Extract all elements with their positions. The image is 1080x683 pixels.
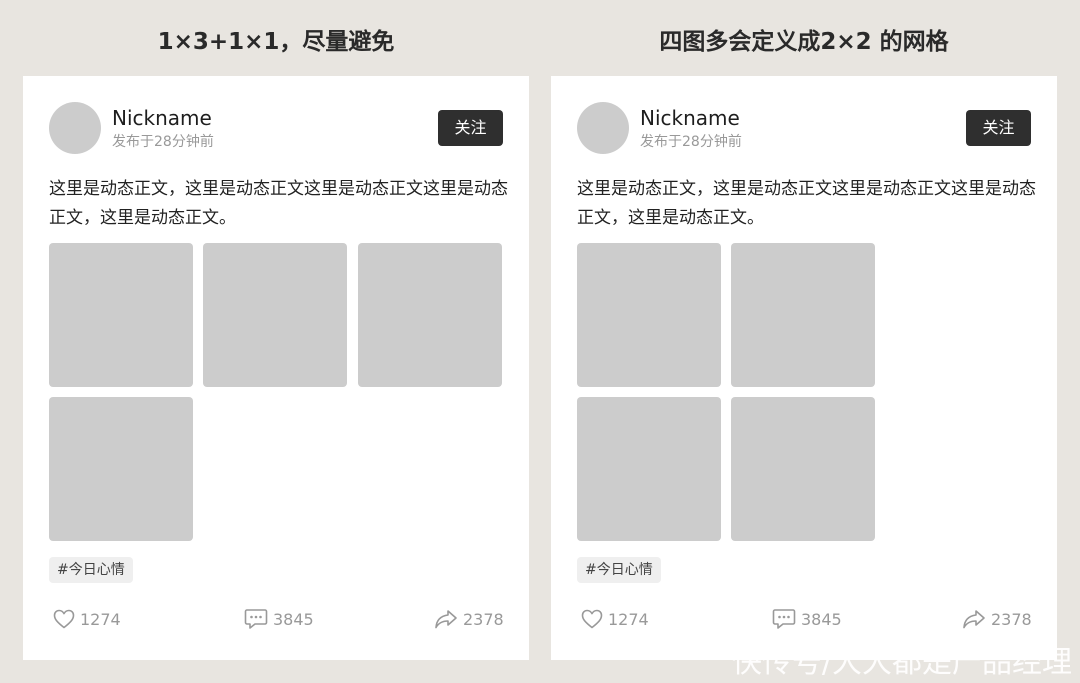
comment-bubble-icon <box>244 609 268 629</box>
post-image-1[interactable] <box>577 243 721 387</box>
follow-button[interactable]: 关注 <box>438 110 503 146</box>
nickname[interactable]: Nickname <box>112 105 212 131</box>
share-arrow-icon <box>963 610 985 629</box>
column-title-right: 四图多会定义成2×2 的网格 <box>659 29 949 55</box>
post-card-2x2: Nickname 发布于28分钟前 关注 这里是动态正文，这里是动态正文这里是动… <box>551 76 1057 660</box>
like-count: 1274 <box>80 609 121 629</box>
post-time: 发布于28分钟前 <box>112 134 214 150</box>
comment-action[interactable]: 3845 <box>772 606 842 632</box>
post-body-text: 这里是动态正文，这里是动态正文这里是动态正文这里是动态正文，这里是动态正文。 <box>49 179 508 228</box>
share-arrow-icon <box>435 610 457 629</box>
share-count: 2378 <box>991 609 1032 629</box>
post-image-3[interactable] <box>577 397 721 541</box>
post-image-2[interactable] <box>731 243 875 387</box>
post-image-4[interactable] <box>49 397 193 541</box>
topic-tag[interactable]: #今日心情 <box>49 557 133 583</box>
nickname[interactable]: Nickname <box>640 105 740 131</box>
avatar[interactable] <box>577 102 629 154</box>
post-image-3[interactable] <box>358 243 502 387</box>
like-action[interactable]: 1274 <box>53 606 121 632</box>
topic-tag[interactable]: #今日心情 <box>577 557 661 583</box>
heart-icon <box>581 609 603 629</box>
comment-bubble-icon <box>772 609 796 629</box>
follow-button[interactable]: 关注 <box>966 110 1031 146</box>
like-action[interactable]: 1274 <box>581 606 649 632</box>
like-count: 1274 <box>608 609 649 629</box>
share-count: 2378 <box>463 609 504 629</box>
post-image-1[interactable] <box>49 243 193 387</box>
comment-action[interactable]: 3845 <box>244 606 314 632</box>
avatar[interactable] <box>49 102 101 154</box>
comment-count: 3845 <box>273 609 314 629</box>
column-title-left: 1×3+1×1，尽量避免 <box>157 29 395 55</box>
share-action[interactable]: 2378 <box>962 606 1032 632</box>
comment-count: 3845 <box>801 609 842 629</box>
watermark: 快传号/大大都是产品经理 <box>731 645 1072 680</box>
post-body-text: 这里是动态正文，这里是动态正文这里是动态正文这里是动态正文，这里是动态正文。 <box>577 179 1036 228</box>
heart-icon <box>53 609 75 629</box>
post-image-4[interactable] <box>731 397 875 541</box>
post-image-2[interactable] <box>203 243 347 387</box>
share-action[interactable]: 2378 <box>434 606 504 632</box>
post-time: 发布于28分钟前 <box>640 134 742 150</box>
post-card-1x3-plus-1: Nickname 发布于28分钟前 关注 这里是动态正文，这里是动态正文这里是动… <box>23 76 529 660</box>
